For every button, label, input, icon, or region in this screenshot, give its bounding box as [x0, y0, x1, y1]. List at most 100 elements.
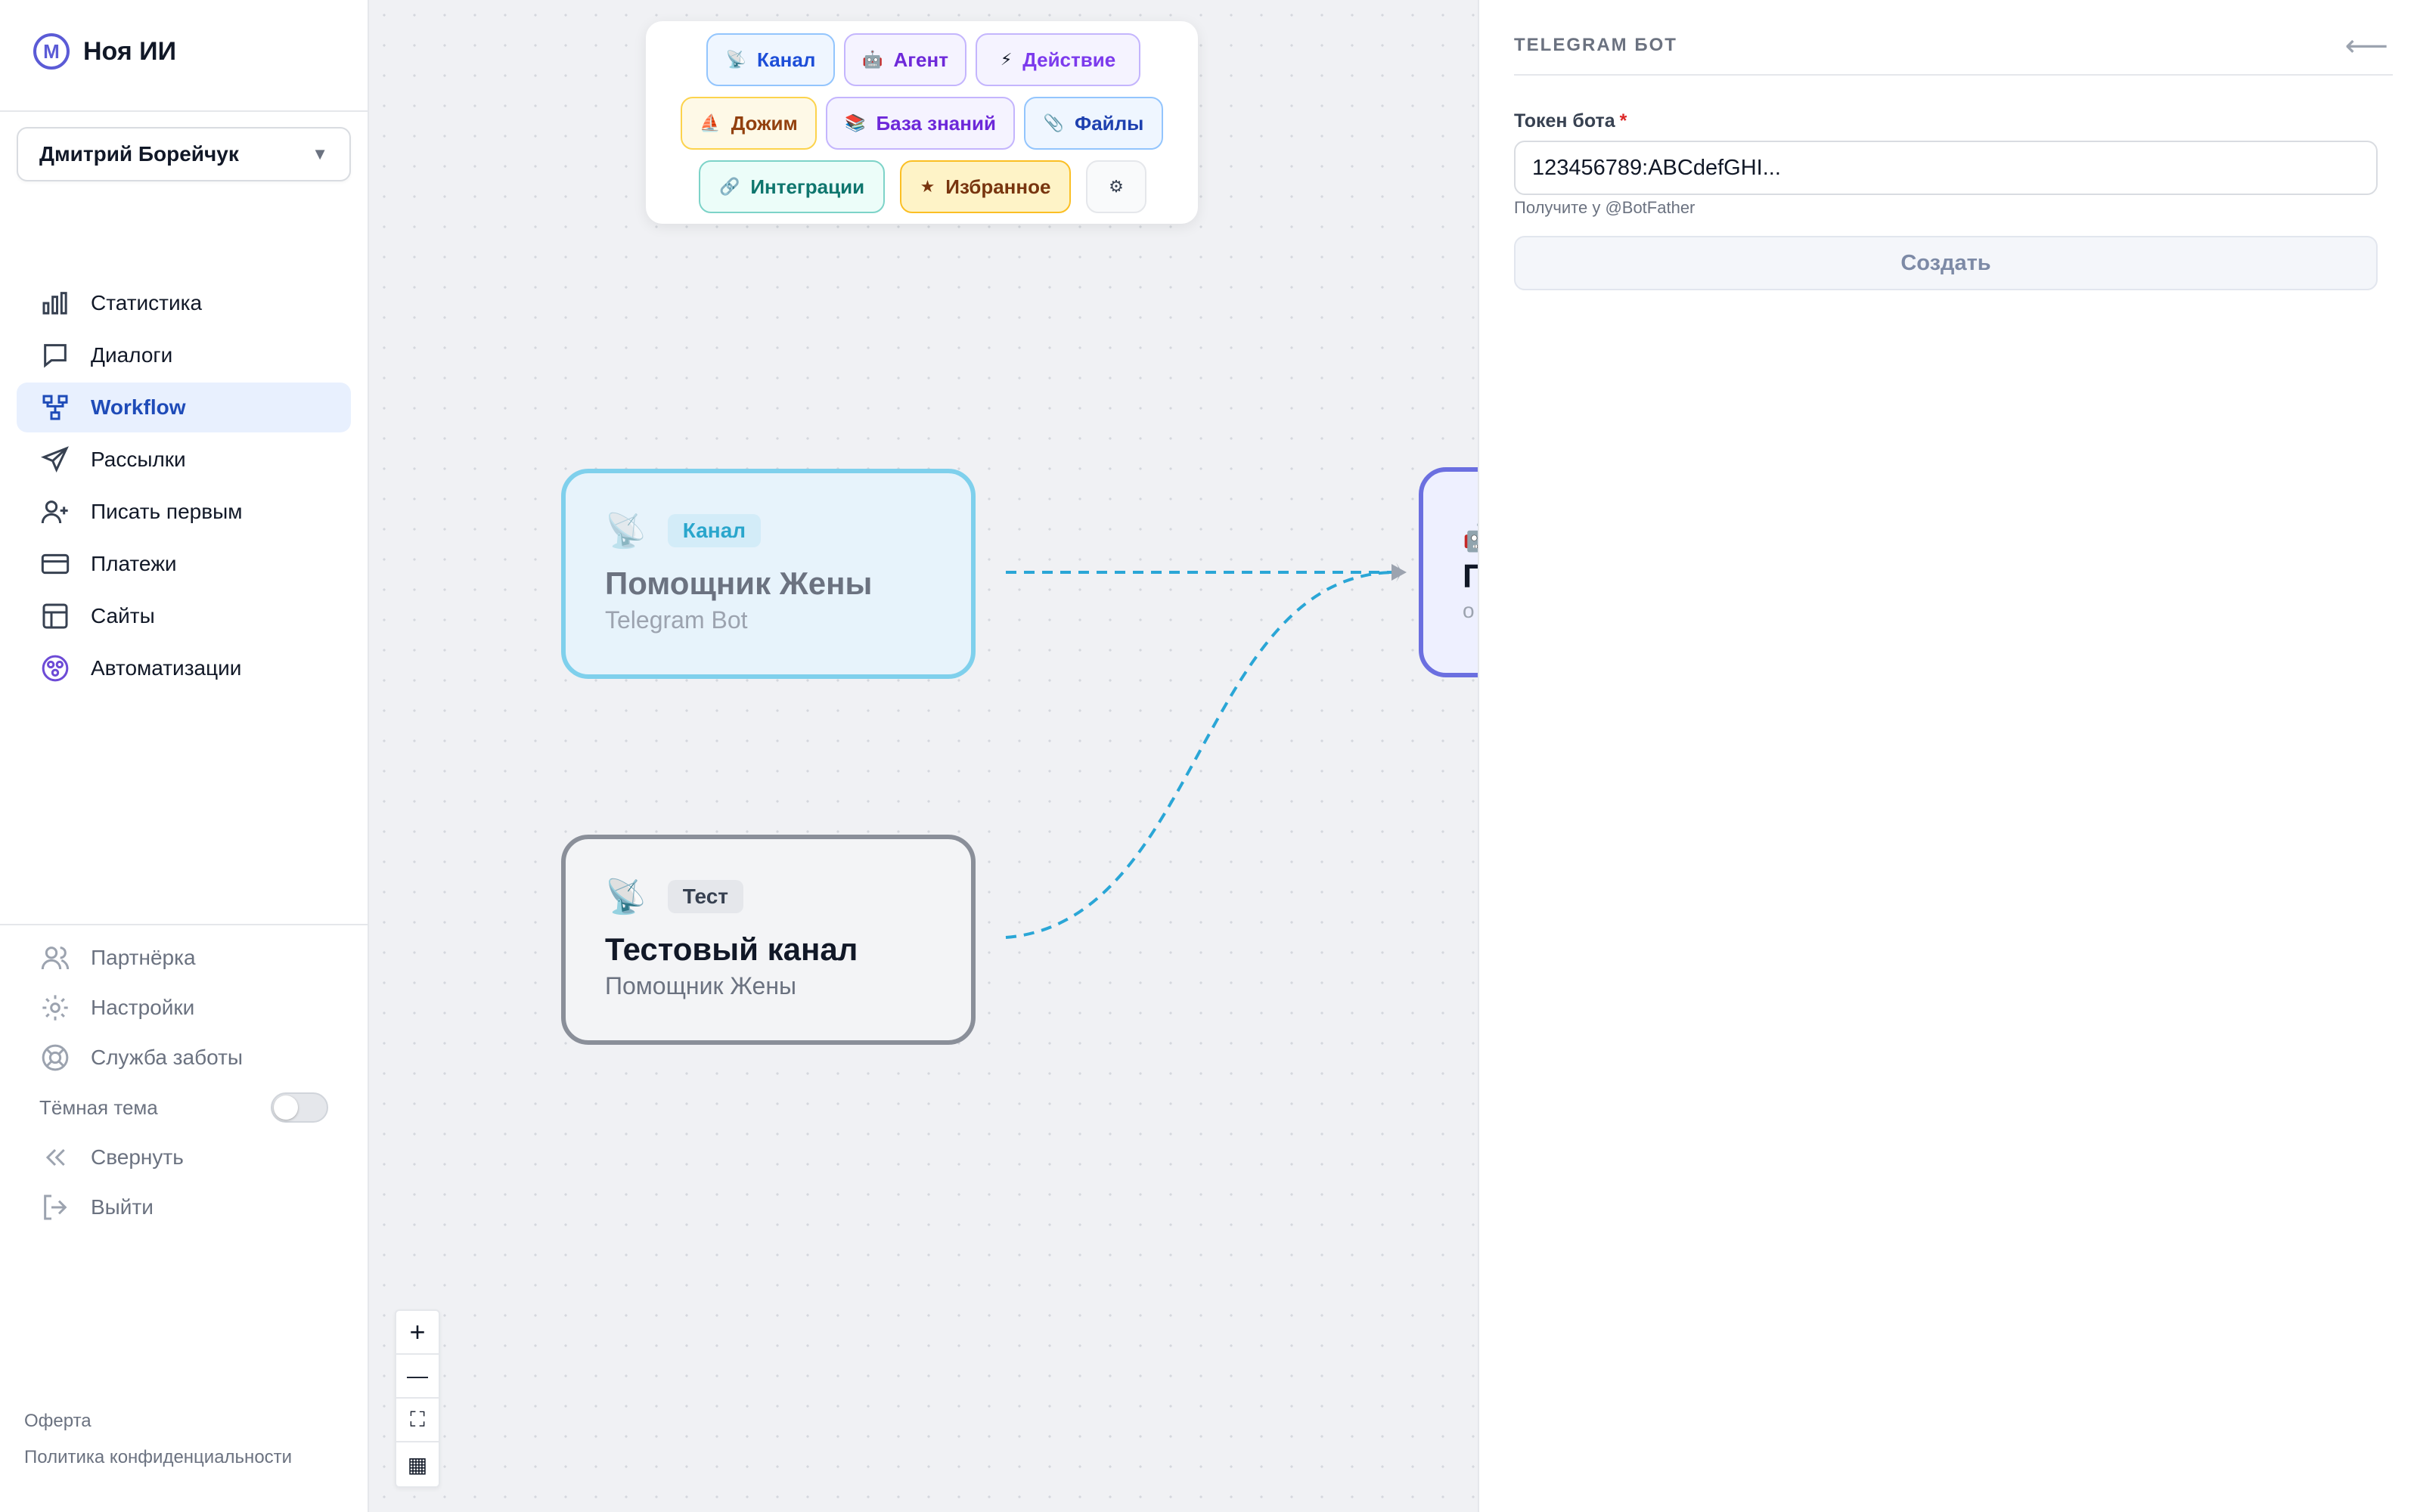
sidebar-item-label: Выйти: [91, 1195, 154, 1219]
workflow-icon: [39, 392, 71, 423]
sidebar-item-workflow[interactable]: Workflow: [17, 383, 351, 432]
palette-chip-followup[interactable]: ⛵ Дожим: [681, 97, 817, 150]
bot-token-input[interactable]: [1514, 141, 2378, 195]
dark-theme-toggle[interactable]: [271, 1092, 328, 1123]
chip-label: Агент: [893, 48, 948, 71]
sidebar-item-support[interactable]: Служба заботы: [17, 1033, 351, 1083]
palette-chip-knowledge-base[interactable]: 📚 База знаний: [826, 97, 1015, 150]
node-subtitle: о: [1463, 599, 1475, 622]
offer-link[interactable]: Оферта: [24, 1411, 292, 1432]
token-hint: Получите у @BotFather: [1514, 198, 1696, 217]
node-channel[interactable]: 📡 Канал Помощник Жены Telegram Bot: [561, 469, 976, 679]
bottom-nav: Партнёрка Настройки Служба заботы Тёмная…: [17, 933, 351, 1232]
lightning-icon: ⚡: [1000, 50, 1013, 69]
sidebar-item-automations[interactable]: Автоматизации: [17, 643, 351, 693]
logout-icon: [39, 1191, 71, 1223]
sidebar-item-label: Рассылки: [91, 448, 186, 471]
node-test-channel[interactable]: 📡 Тест Тестовый канал Помощник Жены: [561, 835, 976, 1045]
chip-label: Избранное: [945, 175, 1051, 198]
node-subtitle: Помощник Жены: [605, 972, 796, 999]
sidebar-item-label: Платежи: [91, 552, 177, 575]
chat-bubble-icon: [39, 339, 71, 371]
fit-view-button[interactable]: ⛶: [396, 1399, 439, 1442]
logout-button[interactable]: Выйти: [17, 1182, 351, 1232]
palette-chip-agent[interactable]: 🤖 Агент: [844, 33, 966, 86]
palette-chip-channel[interactable]: 📡 Канал: [706, 33, 835, 86]
sidebar-item-label: Писать первым: [91, 500, 243, 523]
sidebar-item-label: Служба заботы: [91, 1046, 244, 1069]
boat-icon: ⛵: [700, 113, 721, 132]
sidebar-item-payments[interactable]: Платежи: [17, 539, 351, 589]
chip-label: Дожим: [731, 111, 798, 135]
auto-layout-button[interactable]: ▦: [396, 1442, 439, 1486]
sidebar-item-label: Диалоги: [91, 343, 173, 367]
sidebar-item-write-first[interactable]: Писать первым: [17, 487, 351, 537]
palette-chip-favorites[interactable]: ★ Избранное: [900, 160, 1071, 213]
books-icon: 📚: [845, 113, 866, 132]
zoom-in-button[interactable]: +: [396, 1311, 439, 1355]
users-icon: [39, 942, 71, 974]
sidebar-divider: [0, 110, 368, 112]
palette-chip-integrations[interactable]: 🔗 Интеграции: [699, 160, 885, 213]
palette-settings-button[interactable]: ⚙: [1086, 160, 1146, 213]
chip-label: Интеграции: [750, 175, 865, 198]
user-select[interactable]: Дмитрий Борейчук ▼: [17, 127, 351, 181]
link-icon: 🔗: [718, 177, 740, 196]
sidebar-item-settings[interactable]: Настройки: [17, 983, 351, 1033]
edge-arrowhead: [1392, 564, 1407, 581]
sidebar-item-mailings[interactable]: Рассылки: [17, 435, 351, 485]
credit-card-icon: [39, 548, 71, 580]
brand[interactable]: М Ноя ИИ: [33, 33, 176, 70]
collapse-sidebar-button[interactable]: Свернуть: [17, 1132, 351, 1182]
robot-icon: 🤖: [862, 50, 883, 69]
privacy-link[interactable]: Политика конфиденциальности: [24, 1447, 292, 1468]
node-palette: 📡 Канал 🤖 Агент ⚡ Действие ⛵ Дожим 📚 Баз…: [646, 21, 1198, 224]
lifebuoy-icon: [39, 1042, 71, 1074]
sidebar: М Ноя ИИ Дмитрий Борейчук ▼ Статистика Д…: [0, 0, 369, 1512]
workflow-canvas[interactable]: 📡 Канал 🤖 Агент ⚡ Действие ⛵ Дожим 📚 Баз…: [369, 0, 1478, 1512]
sidebar-item-dialogs[interactable]: Диалоги: [17, 330, 351, 380]
node-agent[interactable]: 🤖 П о: [1419, 467, 1478, 677]
user-name: Дмитрий Борейчук: [39, 142, 239, 166]
chip-label: База знаний: [876, 111, 996, 135]
sidebar-item-label: Автоматизации: [91, 656, 242, 680]
dark-theme-row: Тёмная тема: [17, 1083, 351, 1132]
create-button[interactable]: Создать: [1514, 236, 2378, 290]
brand-title: Ноя ИИ: [83, 36, 177, 66]
panel-title: TELEGRAM БОТ: [1514, 35, 1677, 55]
edge-test-to-agent: [1005, 571, 1397, 939]
brand-logo-icon: М: [33, 33, 70, 70]
paperclip-icon: 📎: [1043, 113, 1065, 132]
node-title: Помощник Жены: [605, 565, 873, 601]
gear-icon: ⚙: [1109, 177, 1124, 196]
chip-label: Файлы: [1075, 111, 1144, 135]
footer-links: Оферта Политика конфиденциальности: [24, 1411, 292, 1483]
panel-divider: [1514, 74, 2393, 76]
satellite-icon: 📡: [605, 513, 647, 550]
sidebar-item-statistics[interactable]: Статистика: [17, 278, 351, 328]
user-plus-icon: [39, 496, 71, 528]
palette-chip-files[interactable]: 📎 Файлы: [1024, 97, 1163, 150]
sidebar-divider: [0, 924, 368, 925]
sidebar-item-label: Статистика: [91, 291, 203, 314]
node-title: П: [1463, 558, 1478, 595]
token-label: Токен бота *: [1514, 110, 1627, 132]
required-mark: *: [1619, 110, 1627, 132]
zoom-controls: + — ⛶ ▦: [395, 1309, 440, 1488]
sidebar-item-label: Workflow: [91, 395, 186, 419]
node-header: 📡 Тест: [605, 877, 971, 916]
sidebar-item-sites[interactable]: Сайты: [17, 591, 351, 641]
robot-icon: 🤖: [1463, 522, 1478, 553]
edge-arrowhead: [1396, 562, 1402, 582]
palette-chip-action[interactable]: ⚡ Действие: [976, 33, 1140, 86]
automation-icon: [39, 652, 71, 684]
zoom-out-button[interactable]: —: [396, 1355, 439, 1399]
edges-layer: [1005, 562, 1407, 939]
sidebar-item-partner[interactable]: Партнёрка: [17, 933, 351, 983]
send-icon: [39, 444, 71, 476]
chevron-down-icon: ▼: [312, 144, 328, 163]
back-arrow-icon[interactable]: ⟵: [2345, 29, 2388, 64]
dark-theme-label: Тёмная тема: [39, 1095, 158, 1119]
satellite-icon: 📡: [725, 50, 747, 69]
token-label-text: Токен бота: [1514, 110, 1615, 132]
